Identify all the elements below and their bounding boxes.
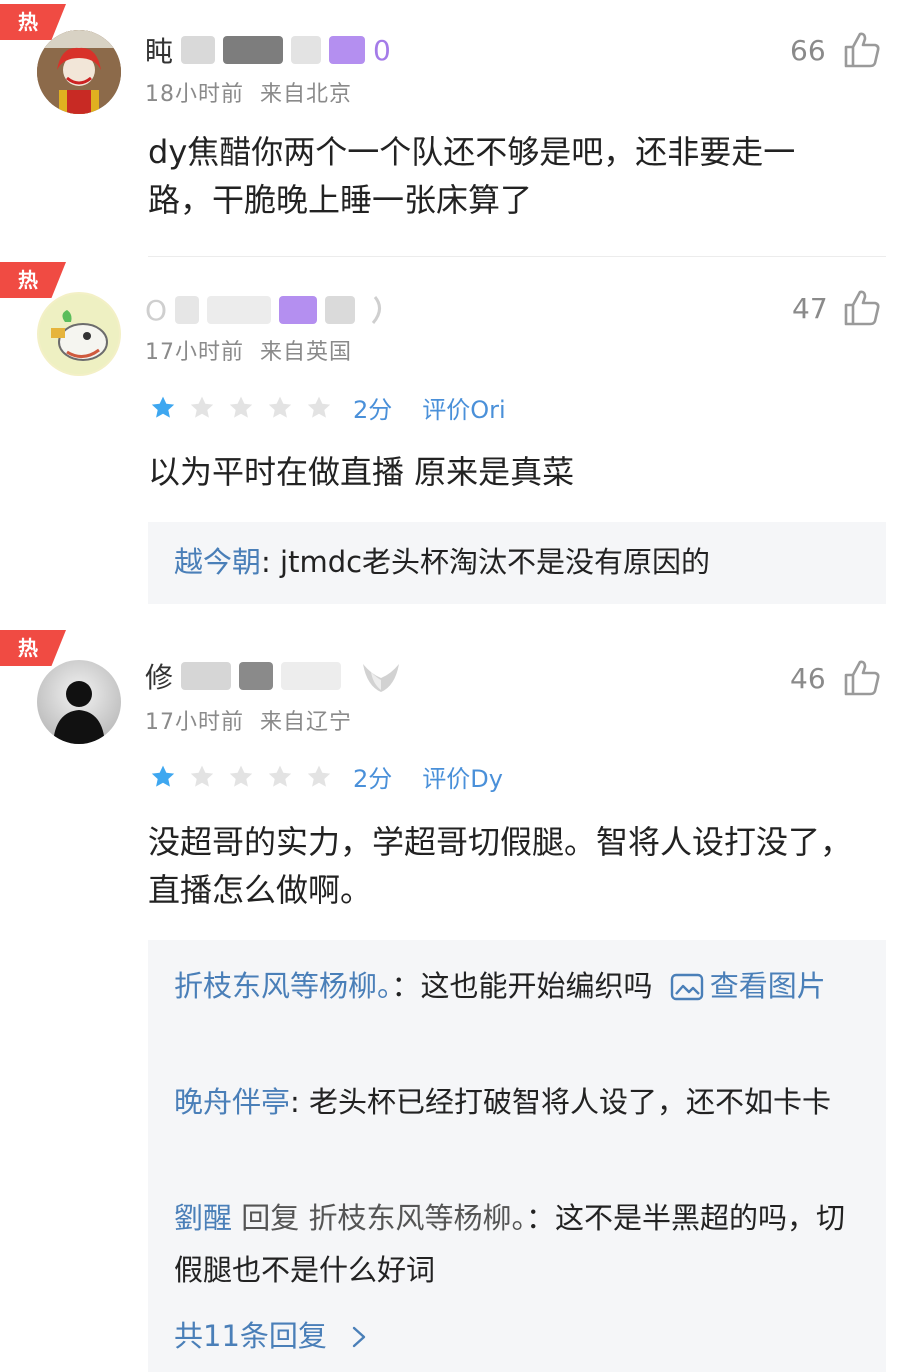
wings-badge-icon xyxy=(363,664,400,692)
comment-content: 没超哥的实力，学超哥切假腿。智将人设打没了，直播怎么做啊。 xyxy=(148,823,853,909)
blurred-name xyxy=(325,296,356,324)
rating-target[interactable]: 评价Ori xyxy=(422,390,505,425)
hot-badge: 热 xyxy=(0,4,66,40)
star-filled-icon xyxy=(151,765,175,787)
comment-content: 以为平时在做直播 原来是真菜 xyxy=(148,453,575,491)
blurred-name xyxy=(223,36,284,64)
star-empty-icon xyxy=(229,396,253,418)
divider xyxy=(148,256,886,257)
rating-score: 2分 xyxy=(353,765,393,793)
blurred-name xyxy=(181,662,232,690)
avatar[interactable] xyxy=(37,292,121,376)
badge-icon xyxy=(371,296,382,324)
comment-content: dy焦醋你两个一个队还不够是吧，还非要走一路，干脆晚上睡一张床算了 xyxy=(148,133,796,219)
more-replies-link[interactable]: 共11条回复 xyxy=(174,1310,864,1362)
like-count: 46 xyxy=(790,662,826,695)
blurred-name xyxy=(207,296,272,324)
chevron-right-icon xyxy=(352,1326,366,1348)
reply-item[interactable]: 晚舟伴亭: 老头杯已经打破智将人设了，还不如卡卡 xyxy=(174,1076,864,1128)
reply-box: 越今朝: jtmdc老头杯淘汰不是没有原因的 xyxy=(148,522,886,604)
star-empty-icon xyxy=(307,765,331,787)
blurred-name xyxy=(239,662,274,690)
blurred-name xyxy=(279,296,318,324)
username[interactable]: 盹 0 xyxy=(145,30,391,70)
comment-meta: 18小时前 来自北京 xyxy=(145,82,353,107)
thumbs-up-icon[interactable] xyxy=(842,288,882,328)
star-empty-icon xyxy=(190,396,214,418)
star-empty-icon xyxy=(268,765,292,787)
image-icon[interactable] xyxy=(670,972,704,1002)
comment-meta: 17小时前 来自英国 xyxy=(145,340,353,365)
username[interactable]: O xyxy=(145,290,385,330)
reply-item[interactable]: 越今朝: jtmdc老头杯淘汰不是没有原因的 xyxy=(174,536,864,588)
thumbs-up-icon[interactable] xyxy=(842,658,882,698)
thumbs-up-icon[interactable] xyxy=(842,30,882,70)
hot-badge: 热 xyxy=(0,630,66,666)
hot-badge: 热 xyxy=(0,262,66,298)
star-empty-icon xyxy=(307,396,331,418)
view-image-link[interactable]: 查看图片 xyxy=(710,969,826,1003)
blurred-name xyxy=(281,662,342,690)
reply-box: 折枝东风等杨柳。：这也能开始编织吗 查看图片 晚舟伴亭: 老头杯已经打破智将人设… xyxy=(148,940,886,1372)
rating-target[interactable]: 评价Dy xyxy=(422,759,503,794)
star-filled-icon xyxy=(151,396,175,418)
like-count: 47 xyxy=(792,292,828,325)
blurred-name xyxy=(181,36,216,64)
avatar[interactable] xyxy=(37,30,121,114)
avatar[interactable] xyxy=(37,660,121,744)
blurred-name xyxy=(175,296,200,324)
username[interactable]: 修 xyxy=(145,656,403,696)
star-empty-icon xyxy=(229,765,253,787)
comment-meta: 17小时前 来自辽宁 xyxy=(145,710,353,735)
reply-item[interactable]: 折枝东风等杨柳。：这也能开始编织吗 查看图片 xyxy=(174,960,864,1012)
rating: 2分 评价Dy xyxy=(150,759,503,794)
like-count: 66 xyxy=(790,34,826,67)
star-empty-icon xyxy=(268,396,292,418)
blurred-name xyxy=(291,36,322,64)
reply-item[interactable]: 劉醒 回复 折枝东风等杨柳。：这不是半黑超的吗，切假腿也不是什么好词 xyxy=(174,1192,864,1296)
blurred-name xyxy=(329,36,366,64)
rating: 2分 评价Ori xyxy=(150,390,506,425)
star-empty-icon xyxy=(190,765,214,787)
rating-score: 2分 xyxy=(353,396,393,424)
